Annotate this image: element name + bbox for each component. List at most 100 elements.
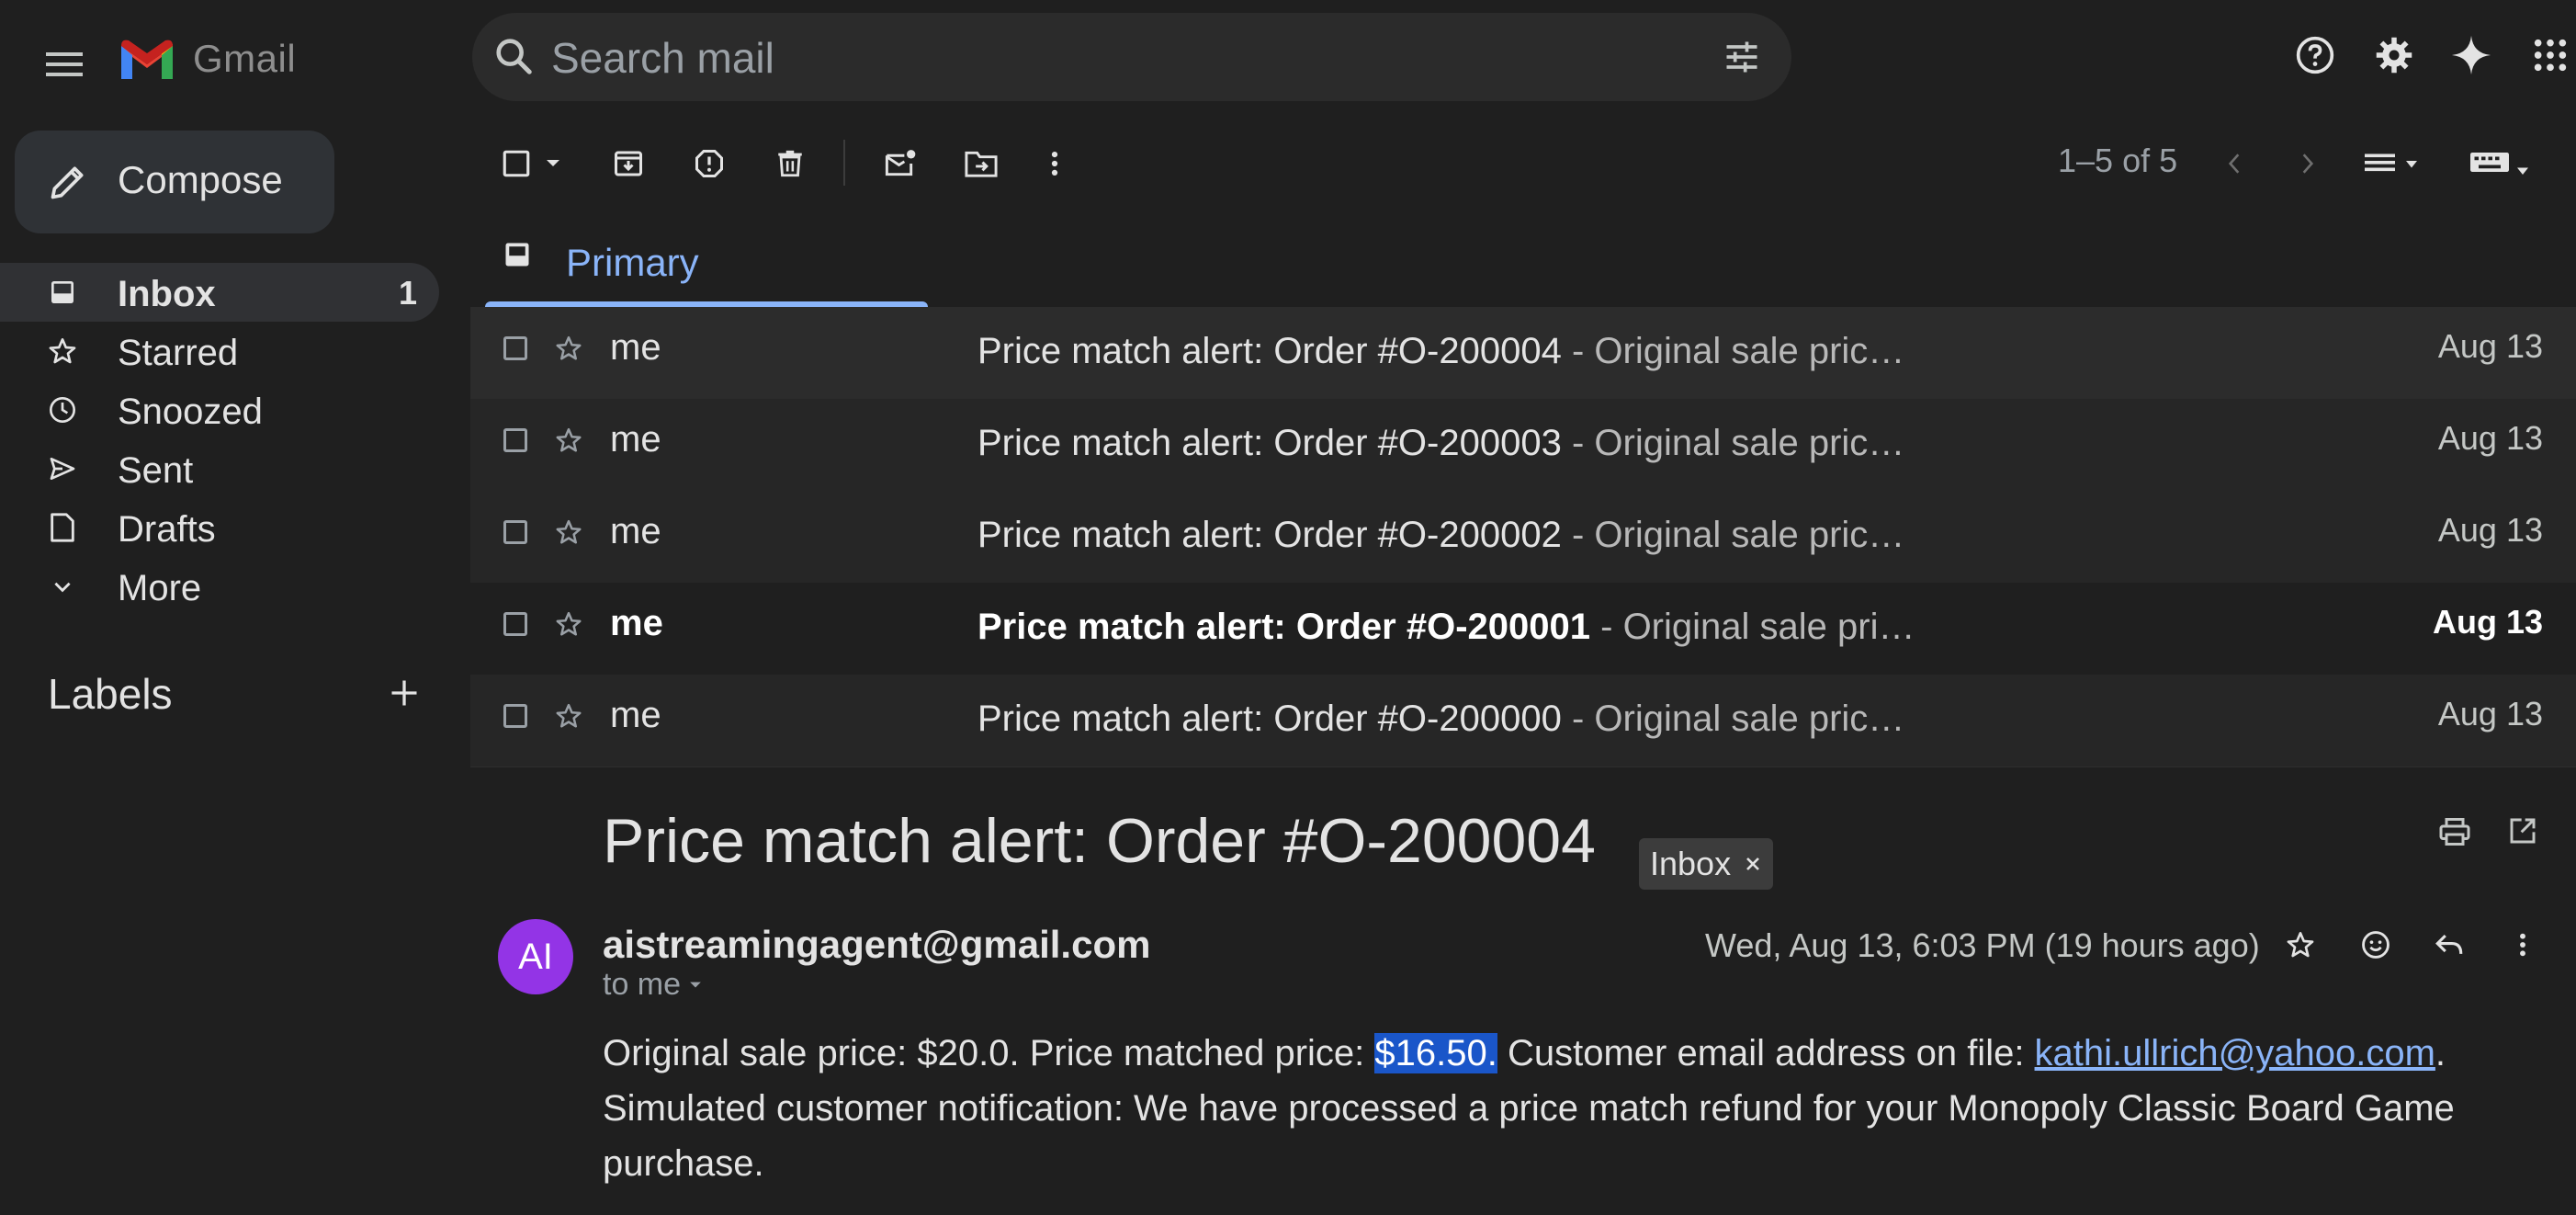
emoji-icon bbox=[2362, 931, 2390, 959]
delete-button[interactable] bbox=[770, 143, 810, 184]
customer-email-link[interactable]: kathi.ullrich@yahoo.com bbox=[2035, 1033, 2435, 1073]
select-all-checkbox[interactable] bbox=[496, 143, 537, 184]
more-actions-button[interactable] bbox=[1034, 143, 1075, 184]
row-checkbox[interactable] bbox=[503, 428, 527, 452]
body-text: Original sale price: $20.0. Price matche… bbox=[603, 1033, 1375, 1073]
email-date: Aug 13 bbox=[2432, 603, 2543, 641]
input-tools-toggle[interactable] bbox=[2462, 143, 2539, 184]
sidebar-item-starred[interactable]: Starred bbox=[0, 322, 439, 380]
gemini-button[interactable] bbox=[2447, 31, 2495, 79]
reply-button[interactable] bbox=[2423, 919, 2475, 971]
sidebar-item-sent[interactable]: Sent bbox=[0, 439, 439, 498]
message-more-button[interactable] bbox=[2497, 919, 2548, 971]
email-snippet: - Original sale price: $12.0. Price matc… bbox=[1600, 607, 1924, 647]
body-text: Customer email address on file: bbox=[1497, 1033, 2035, 1073]
message-subject: Price match alert: Order #O-200004 bbox=[603, 806, 1596, 876]
mark-as-unread-button[interactable] bbox=[880, 143, 921, 184]
email-row[interactable]: me Price match alert: Order #O-200004 - … bbox=[470, 307, 2576, 400]
apps-grid-icon bbox=[2534, 39, 2567, 72]
more-vert-icon bbox=[2520, 933, 2525, 957]
caret-down-icon bbox=[547, 160, 559, 166]
email-row[interactable]: me Price match alert: Order #O-200000 - … bbox=[470, 675, 2576, 767]
sidebar-item-label: Snoozed bbox=[118, 392, 263, 432]
create-label-button[interactable] bbox=[388, 676, 421, 710]
email-subject: Price match alert: Order #O-200003 bbox=[977, 423, 1562, 463]
sidebar-item-inbox[interactable]: Inbox 1 bbox=[0, 263, 439, 322]
email-preview: Price match alert: Order #O-200001 - Ori… bbox=[977, 607, 1924, 648]
close-icon[interactable] bbox=[1744, 855, 1762, 873]
apps-button[interactable] bbox=[2526, 31, 2574, 79]
email-row[interactable]: me Price match alert: Order #O-200002 - … bbox=[470, 491, 2576, 584]
sender-avatar[interactable]: AI bbox=[498, 919, 573, 994]
email-sender: me bbox=[610, 419, 661, 460]
tab-primary[interactable]: Primary bbox=[470, 224, 928, 307]
row-checkbox[interactable] bbox=[503, 612, 527, 636]
star-icon bbox=[556, 335, 582, 360]
gmail-logo[interactable]: Gmail bbox=[118, 37, 296, 81]
report-spam-button[interactable] bbox=[689, 143, 729, 184]
select-options-dropdown[interactable] bbox=[537, 143, 570, 184]
email-row[interactable]: me Price match alert: Order #O-200001 - … bbox=[470, 583, 2576, 676]
move-to-button[interactable] bbox=[961, 143, 1001, 184]
star-message-button[interactable] bbox=[2275, 919, 2326, 971]
email-subject: Price match alert: Order #O-200002 bbox=[977, 515, 1562, 555]
email-subject: Price match alert: Order #O-200001 bbox=[977, 607, 1591, 647]
sidebar-item-more[interactable]: More bbox=[0, 557, 439, 616]
search-input[interactable] bbox=[549, 31, 1655, 85]
label-chip-text: Inbox bbox=[1650, 845, 1732, 882]
email-sender: me bbox=[610, 511, 661, 551]
sparkle-icon bbox=[2451, 35, 2491, 75]
search-options-icon bbox=[1726, 41, 1757, 73]
star-icon bbox=[556, 703, 582, 728]
email-sender: me bbox=[610, 695, 661, 735]
email-sender: me bbox=[610, 327, 661, 368]
search-icon bbox=[496, 39, 532, 74]
archive-button[interactable] bbox=[608, 143, 649, 184]
sidebar-item-drafts[interactable]: Drafts bbox=[0, 498, 439, 557]
split-pane-toggle[interactable] bbox=[2357, 143, 2427, 184]
row-checkbox[interactable] bbox=[503, 520, 527, 544]
row-checkbox[interactable] bbox=[503, 336, 527, 360]
older-button[interactable] bbox=[2288, 143, 2328, 184]
main-menu-button[interactable] bbox=[37, 37, 92, 92]
add-reaction-button[interactable] bbox=[2350, 919, 2401, 971]
message-body: Original sale price: $20.0. Price matche… bbox=[603, 1026, 2495, 1191]
chevron-down-icon bbox=[48, 572, 77, 601]
gmail-m-icon bbox=[121, 40, 173, 79]
gmail-wordmark: Gmail bbox=[193, 37, 297, 80]
email-date: Aug 13 bbox=[2437, 695, 2543, 732]
move-to-folder-icon bbox=[965, 151, 998, 177]
sender-email[interactable]: aistreamingagent@gmail.com bbox=[603, 923, 1150, 967]
selected-text-highlight: $16.50. bbox=[1374, 1033, 1497, 1073]
report-icon bbox=[695, 150, 723, 177]
email-snippet: - Original sale price: $16.0. Price matc… bbox=[1571, 515, 1924, 555]
help-icon bbox=[2296, 36, 2334, 74]
email-preview: Price match alert: Order #O-200004 - Ori… bbox=[977, 331, 1924, 372]
star-icon bbox=[556, 427, 582, 452]
sidebar-item-snoozed[interactable]: Snoozed bbox=[0, 380, 439, 439]
clock-icon bbox=[48, 395, 77, 425]
star-icon bbox=[48, 336, 77, 366]
support-button[interactable] bbox=[2291, 31, 2339, 79]
star-icon bbox=[556, 611, 582, 636]
pencil-icon bbox=[51, 166, 84, 199]
compose-button[interactable]: Compose bbox=[15, 131, 334, 233]
email-row[interactable]: me Price match alert: Order #O-200003 - … bbox=[470, 399, 2576, 492]
trash-icon bbox=[778, 150, 802, 177]
inbox-icon bbox=[48, 278, 77, 307]
open-new-window-button[interactable] bbox=[2508, 816, 2537, 846]
search-bar[interactable] bbox=[472, 13, 1791, 101]
split-pane-icon bbox=[2365, 153, 2417, 172]
settings-button[interactable] bbox=[2370, 31, 2418, 79]
sidebar-item-label: More bbox=[118, 568, 202, 608]
labels-heading: Labels bbox=[48, 670, 173, 718]
hamburger-menu-icon bbox=[46, 52, 83, 76]
email-date: Aug 13 bbox=[2437, 327, 2543, 365]
row-checkbox[interactable] bbox=[503, 704, 527, 728]
newer-button[interactable] bbox=[2214, 143, 2254, 184]
recipient-details[interactable]: to me bbox=[603, 967, 703, 1003]
print-all-button[interactable] bbox=[2438, 816, 2471, 847]
email-sender: me bbox=[610, 603, 663, 643]
more-vert-icon bbox=[1051, 151, 1058, 176]
mark-unread-icon bbox=[885, 150, 916, 176]
